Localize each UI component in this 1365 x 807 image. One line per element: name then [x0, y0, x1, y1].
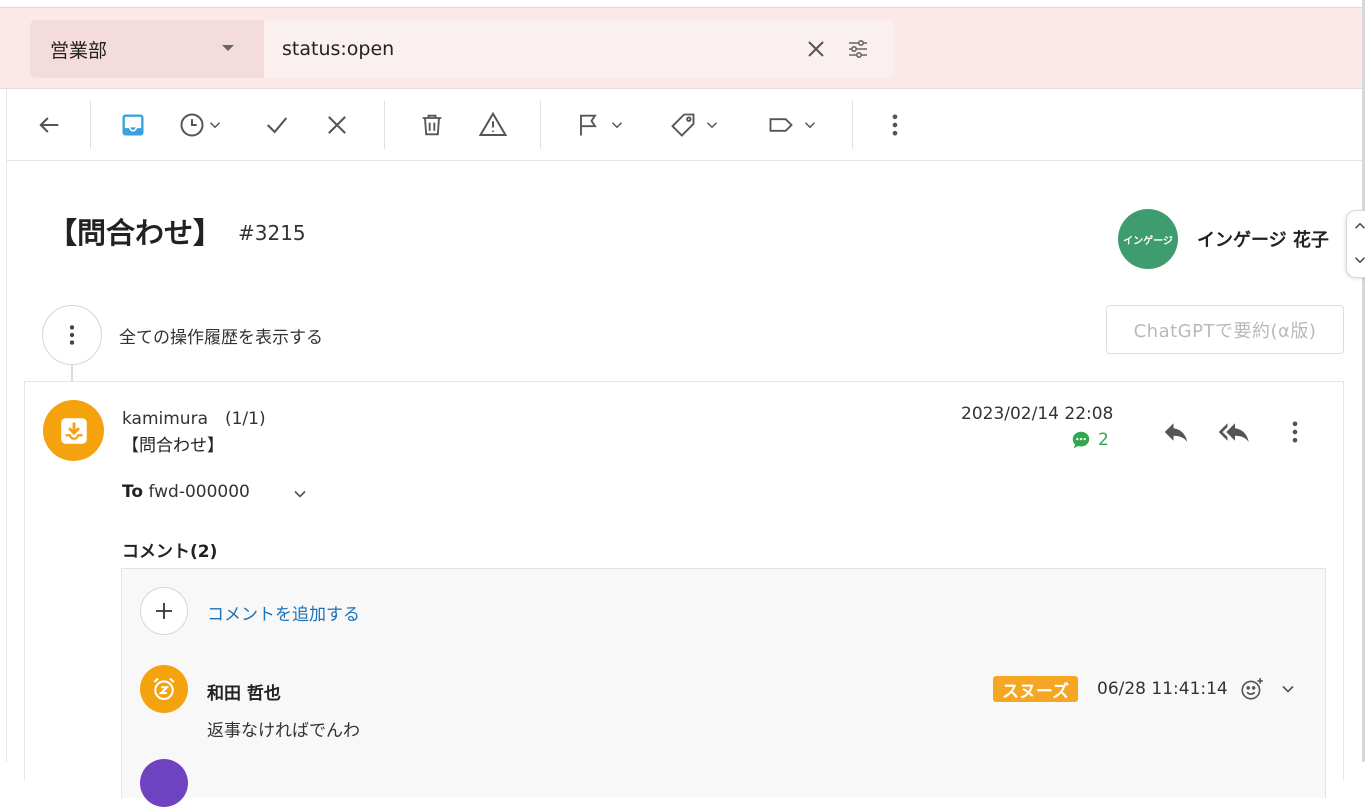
history-toggle-button[interactable]	[42, 305, 102, 365]
plus-icon	[156, 603, 172, 619]
flag-icon	[580, 114, 597, 136]
toolbar-divider	[852, 101, 853, 149]
add-comment-button[interactable]	[140, 587, 188, 635]
recipient-expand-button[interactable]	[290, 484, 310, 504]
ticket-title: 【問合わせ】	[48, 216, 223, 250]
emoji-add-icon	[1241, 678, 1263, 700]
department-select-value: 営業部	[50, 39, 108, 62]
comment-count[interactable]: 2	[1070, 429, 1109, 451]
more-vertical-icon	[892, 114, 898, 136]
close-ticket-button[interactable]	[323, 109, 351, 141]
trash-icon	[422, 114, 442, 136]
chevron-down-icon[interactable]	[1351, 251, 1365, 269]
chat-bubble-icon	[1072, 431, 1090, 449]
toolbar	[6, 89, 1362, 161]
comment-author-avatar	[140, 759, 188, 807]
more-menu-button[interactable]	[881, 109, 909, 141]
label-menu-button[interactable]	[767, 109, 819, 141]
more-vertical-icon	[69, 325, 75, 345]
top-border	[0, 0, 1365, 8]
comments-heading: コメント(2)	[122, 542, 218, 562]
comments-panel: コメントを追加する 和田 哲也 返事なければでんわ スヌーズ 06/28 11:…	[121, 568, 1326, 807]
search-input[interactable]: status:open	[264, 20, 894, 78]
history-label[interactable]: 全ての操作履歴を表示する	[119, 323, 323, 348]
tag-icon	[671, 113, 695, 137]
assignee-avatar[interactable]: インゲージ	[1118, 209, 1178, 269]
toolbar-divider	[384, 101, 385, 149]
snooze-menu-button[interactable]	[178, 109, 224, 141]
warning-icon	[478, 111, 508, 136]
inbox-download-icon	[60, 417, 87, 444]
toolbar-divider	[540, 101, 541, 149]
chatgpt-summary-button[interactable]: ChatGPTで要約(α版)	[1106, 305, 1344, 354]
inbox-button[interactable]	[119, 109, 147, 141]
assignee-name: インゲージ 花子	[1197, 230, 1329, 251]
recipient-line: To fwd-000000	[122, 482, 250, 502]
reply-all-icon	[1218, 423, 1249, 442]
chevron-down-icon	[706, 122, 718, 129]
label-icon	[769, 118, 793, 132]
chevron-down-icon	[611, 122, 623, 129]
flag-menu-button[interactable]	[574, 109, 626, 141]
spam-button[interactable]	[478, 109, 508, 141]
to-label: To	[122, 482, 144, 502]
to-value: fwd-000000	[148, 482, 250, 502]
caret-down-icon	[222, 45, 234, 51]
filter-bar: 営業部 status:open	[0, 8, 1365, 89]
clock-icon	[180, 113, 204, 137]
close-icon[interactable]	[804, 37, 828, 61]
chevron-up-icon[interactable]	[1351, 217, 1365, 235]
message-more-button[interactable]	[1275, 412, 1315, 452]
complete-button[interactable]	[263, 109, 291, 141]
toolbar-divider	[90, 101, 91, 149]
add-comment-link[interactable]: コメントを追加する	[207, 600, 360, 625]
filter-settings-icon[interactable]	[846, 37, 870, 61]
tag-menu-button[interactable]	[669, 109, 721, 141]
comment-count-value: 2	[1098, 430, 1109, 450]
reply-all-button[interactable]	[1215, 412, 1255, 452]
chevron-down-icon	[804, 122, 816, 129]
alarm-snooze-icon	[153, 677, 175, 700]
message-subject: 【問合わせ】	[122, 436, 224, 456]
chevron-down-icon	[1282, 685, 1294, 693]
comment-author: 和田 哲也	[207, 684, 281, 704]
delete-button[interactable]	[418, 109, 446, 141]
ticket-number: #3215	[238, 221, 306, 245]
inbox-avatar	[43, 400, 104, 461]
inbox-icon	[122, 114, 144, 136]
ticket-navigation	[1346, 210, 1365, 278]
close-icon	[328, 116, 346, 134]
comment-expand-button[interactable]	[1278, 679, 1298, 699]
more-vertical-icon	[1292, 421, 1298, 443]
arrow-left-icon	[39, 117, 59, 133]
message-card: kamimura (1/1) 【問合わせ】 2023/02/14 22:08 2…	[24, 381, 1344, 807]
snooze-badge: スヌーズ	[993, 676, 1079, 702]
message-sender: kamimura (1/1)	[122, 409, 266, 429]
chevron-down-icon	[294, 490, 306, 498]
department-select[interactable]: 営業部	[30, 20, 264, 78]
message-date: 2023/02/14 22:08	[961, 404, 1114, 424]
check-icon	[266, 117, 288, 134]
comment-time: 06/28 11:41:14	[1097, 679, 1228, 699]
reply-icon	[1164, 423, 1188, 442]
content-border	[6, 161, 7, 762]
back-button[interactable]	[35, 109, 63, 141]
search-query: status:open	[282, 38, 395, 60]
assignee-avatar-text: インゲージ	[1123, 235, 1173, 247]
comment-author-avatar	[140, 665, 188, 713]
add-reaction-button[interactable]	[1239, 676, 1265, 702]
chevron-down-icon	[209, 122, 221, 129]
comment-text: 返事なければでんわ	[207, 721, 360, 741]
reply-button[interactable]	[1156, 412, 1196, 452]
